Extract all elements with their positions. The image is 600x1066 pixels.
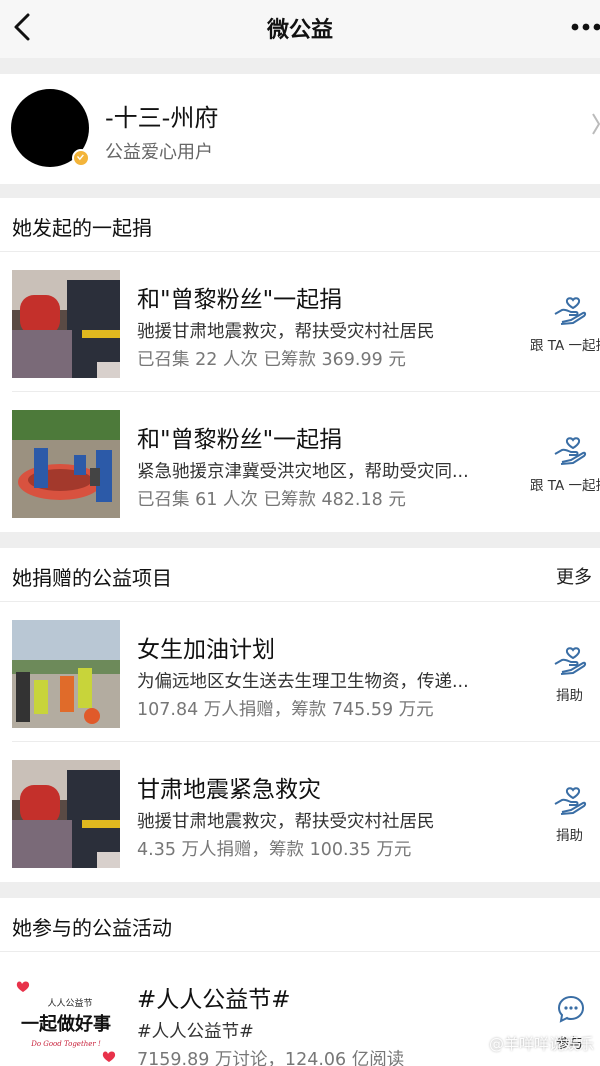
project-thumbnail — [12, 620, 120, 728]
item-description: 紧急驰援京津冀受洪灾地区，帮助受灾同... — [137, 462, 469, 482]
item-description: 驰援甘肃地震救灾，帮扶受灾村社居民 — [137, 322, 435, 342]
section-title: 她发起的一起捐 — [12, 216, 152, 240]
chat-bubble-icon[interactable] — [556, 994, 586, 1024]
item-stats: 107.84 万人捐赠，筹款 745.59 万元 — [137, 700, 434, 720]
list-item[interactable]: 女生加油计划 为偏远地区女生送去生理卫生物资，传递... 107.84 万人捐赠… — [0, 602, 600, 742]
item-stats: 7159.89 万讨论，124.06 亿阅读 — [137, 1050, 405, 1066]
section-header-initiated: 她发起的一起捐 — [0, 198, 600, 252]
more-dots-icon[interactable] — [570, 22, 600, 32]
join-donate-link[interactable]: 跟 TA 一起捐 — [530, 334, 600, 354]
item-title: 和"曾黎粉丝"一起捐 — [137, 287, 343, 313]
item-description: 为偏远地区女生送去生理卫生物资，传递... — [137, 672, 469, 692]
section-title: 她参与的公益活动 — [12, 916, 172, 940]
thumb-main-text: 一起做好事 — [21, 1013, 111, 1035]
item-title: 女生加油计划 — [137, 637, 275, 663]
list-item[interactable]: 和"曾黎粉丝"一起捐 紧急驰援京津冀受洪灾地区，帮助受灾同... 已召集 61 … — [0, 392, 600, 532]
list-item[interactable]: 甘肃地震紧急救灾 驰援甘肃地震救灾，帮扶受灾村社居民 4.35 万人捐赠，筹款 … — [0, 742, 600, 882]
section-header-donated: 她捐赠的公益项目 更多 — [0, 548, 600, 602]
project-thumbnail — [12, 270, 120, 378]
hand-heart-icon[interactable] — [553, 646, 587, 676]
item-stats: 已召集 61 人次 已筹款 482.18 元 — [137, 490, 406, 510]
profile-subtitle: 公益爱心用户 — [105, 142, 213, 163]
join-donate-link[interactable]: 跟 TA 一起捐 — [530, 474, 600, 494]
activity-thumbnail: 人人公益节 一起做好事 Do Good Together ! — [12, 968, 120, 1066]
chevron-right-icon[interactable] — [592, 112, 600, 136]
item-description: 驰援甘肃地震救灾，帮扶受灾村社居民 — [137, 812, 435, 832]
item-description: #人人公益节# — [137, 1022, 254, 1042]
hand-heart-icon[interactable] — [553, 296, 587, 326]
hand-heart-icon[interactable] — [553, 786, 587, 816]
list-item[interactable]: 和"曾黎粉丝"一起捐 驰援甘肃地震救灾，帮扶受灾村社居民 已召集 22 人次 已… — [0, 252, 600, 392]
top-navbar: 微公益 — [0, 0, 600, 58]
project-thumbnail — [12, 410, 120, 518]
more-link[interactable]: 更多 — [556, 563, 592, 589]
item-title: 和"曾黎粉丝"一起捐 — [137, 427, 343, 453]
watermark: @羊咩咩说娱乐 — [488, 1035, 594, 1053]
verified-badge-icon — [72, 149, 90, 167]
project-thumbnail — [12, 760, 120, 868]
item-title: 甘肃地震紧急救灾 — [137, 777, 321, 803]
section-title: 她捐赠的公益项目 — [12, 566, 172, 590]
donate-button[interactable]: 捐助 — [556, 824, 583, 844]
hand-heart-icon[interactable] — [553, 436, 587, 466]
donate-button[interactable]: 捐助 — [556, 684, 583, 704]
thumb-sub-text: Do Good Together ! — [30, 1040, 101, 1048]
item-stats: 4.35 万人捐赠，筹款 100.35 万元 — [137, 840, 412, 860]
page-title: 微公益 — [266, 18, 333, 43]
section-header-activities: 她参与的公益活动 — [0, 898, 600, 952]
profile-card[interactable]: -十三-州府 公益爱心用户 — [0, 74, 600, 184]
item-stats: 已召集 22 人次 已筹款 369.99 元 — [137, 350, 406, 370]
thumb-logo-text: 人人公益节 — [47, 997, 92, 1009]
item-title: #人人公益节# — [137, 987, 291, 1013]
profile-name: -十三-州府 — [105, 104, 219, 132]
